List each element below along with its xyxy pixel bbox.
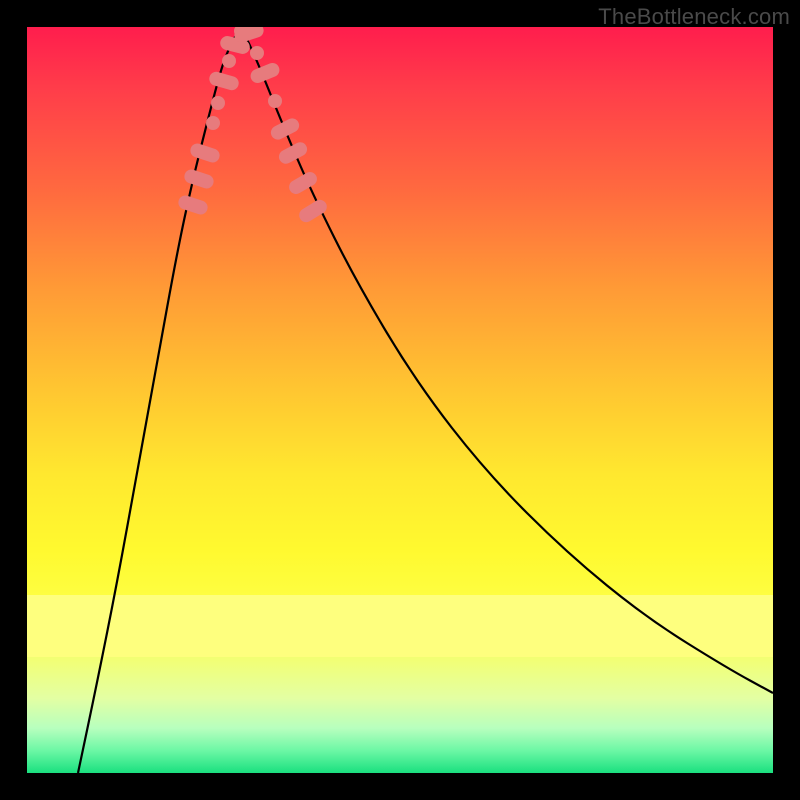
marker-capsule: [297, 197, 330, 225]
curve-layer: [27, 27, 773, 773]
watermark-text: TheBottleneck.com: [598, 4, 790, 30]
plot-area: [27, 27, 773, 773]
marker-capsule: [183, 168, 216, 191]
chart-frame: TheBottleneck.com: [0, 0, 800, 800]
marker-dot: [222, 54, 236, 68]
marker-capsule: [276, 140, 309, 166]
right-branch-curve: [241, 28, 773, 693]
marker-dot: [268, 94, 282, 108]
marker-capsule: [189, 142, 222, 165]
marker-dot: [250, 46, 264, 60]
left-branch-curve: [78, 28, 241, 773]
marker-capsule: [268, 116, 301, 142]
marker-dot: [206, 116, 220, 130]
marker-capsule: [208, 70, 241, 92]
marker-capsule: [177, 194, 210, 217]
marker-group: [177, 27, 330, 225]
marker-dot: [211, 96, 225, 110]
